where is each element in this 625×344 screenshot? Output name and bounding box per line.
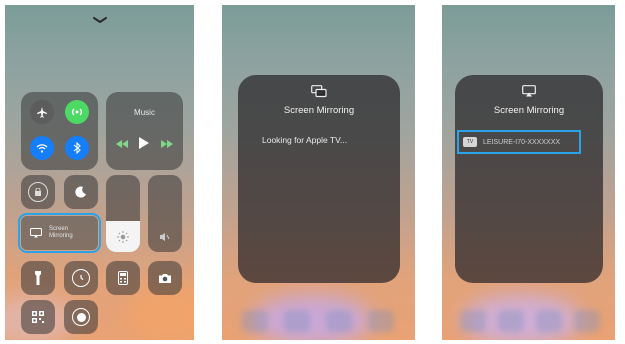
screen-mirroring-button[interactable]: Screen Mirroring <box>18 213 101 253</box>
screen-mirroring-modal: Screen Mirroring TV LEISURE-I70-XXXXXXX <box>455 75 603 283</box>
dock-icon <box>536 310 562 332</box>
modal-title: Screen Mirroring <box>283 105 355 116</box>
music-tile[interactable]: Music <box>106 92 183 170</box>
flashlight-button[interactable] <box>21 261 55 295</box>
volume-icon <box>157 229 173 245</box>
control-center-panel: Music Screen Mirroring <box>5 5 194 340</box>
fast-forward-icon[interactable] <box>159 138 175 150</box>
timer-button[interactable] <box>64 261 98 295</box>
screen-mirroring-label-line2: Mirroring <box>49 233 73 239</box>
camera-button[interactable] <box>148 261 182 295</box>
volume-slider[interactable] <box>148 175 182 252</box>
screen-mirroring-icon <box>29 226 43 240</box>
screen-mirroring-modal: Screen Mirroring Looking for Apple TV... <box>238 75 400 283</box>
do-not-disturb-button[interactable] <box>64 175 98 209</box>
connectivity-tile[interactable] <box>21 92 98 170</box>
wifi-icon[interactable] <box>30 136 54 160</box>
dock-icon <box>326 310 352 332</box>
music-label: Music <box>134 108 155 117</box>
screen-record-button[interactable] <box>64 300 98 334</box>
rotation-lock-button[interactable] <box>21 175 55 209</box>
brightness-icon <box>115 229 131 245</box>
dock-icon <box>498 310 524 332</box>
brightness-slider[interactable] <box>106 175 140 252</box>
background-blur <box>252 295 372 340</box>
bluetooth-icon[interactable] <box>65 136 89 160</box>
airplay-icon <box>521 83 537 99</box>
camera-icon <box>156 270 174 286</box>
dock-icon <box>574 310 600 332</box>
screen-mirroring-device-panel: Screen Mirroring TV LEISURE-I70-XXXXXXX <box>442 5 615 340</box>
screen-mirroring-label: Screen Mirroring <box>49 226 73 240</box>
modal-title: Screen Mirroring <box>493 105 565 116</box>
timer-icon <box>72 269 90 287</box>
moon-icon <box>72 183 90 201</box>
dock-icon <box>368 310 394 332</box>
chevron-down-icon[interactable] <box>89 13 111 27</box>
calculator-icon <box>116 269 130 287</box>
screen-mirroring-label-line1: Screen <box>49 226 69 232</box>
dock-icon <box>460 310 486 332</box>
rotation-lock-icon <box>28 182 48 202</box>
device-row[interactable]: TV LEISURE-I70-XXXXXXX <box>457 130 581 154</box>
apple-tv-icon: TV <box>463 137 477 147</box>
qr-code-button[interactable] <box>21 300 55 334</box>
airplane-icon[interactable] <box>30 100 54 124</box>
searching-status: Looking for Apple TV... <box>262 135 348 145</box>
play-icon[interactable] <box>136 135 152 151</box>
calculator-button[interactable] <box>106 261 140 295</box>
device-name: LEISURE-I70-XXXXXXX <box>483 138 561 146</box>
screen-record-icon <box>72 308 90 326</box>
dock-icon <box>242 310 268 332</box>
screen-mirroring-searching-panel: Screen Mirroring Looking for Apple TV... <box>222 5 415 340</box>
dock-icon <box>284 310 310 332</box>
qr-code-icon <box>30 309 46 325</box>
cellular-icon[interactable] <box>65 100 89 124</box>
screen-mirroring-icon <box>310 83 328 99</box>
rewind-icon[interactable] <box>114 138 130 150</box>
flashlight-icon <box>31 269 45 287</box>
